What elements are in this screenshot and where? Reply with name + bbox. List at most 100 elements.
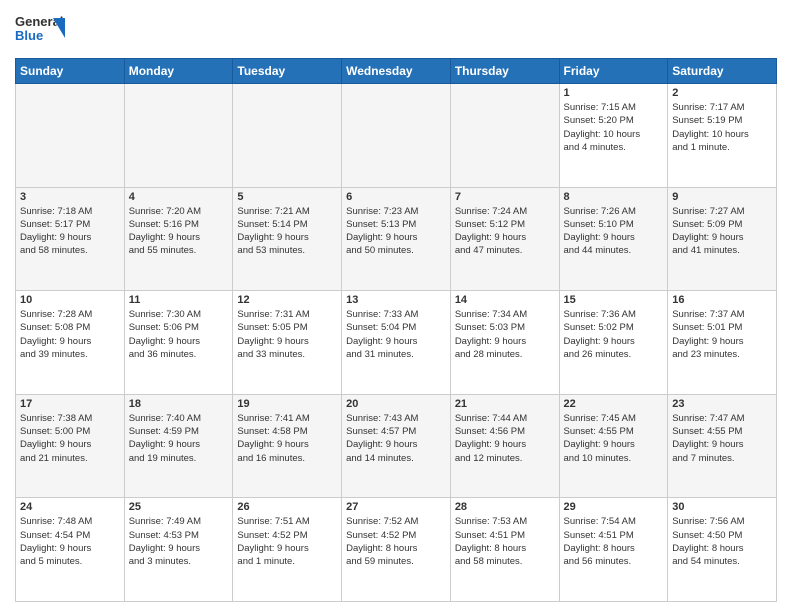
calendar-day-cell: 29Sunrise: 7:54 AMSunset: 4:51 PMDayligh… [559, 498, 668, 602]
calendar-day-cell: 27 Sunrise: 7:52 AMSunset: 4:52 PMDayligh… [342, 498, 451, 602]
day-number: 28 [455, 501, 555, 513]
calendar-day-cell: 7 Sunrise: 7:24 AMSunset: 5:12 PMDaylight… [450, 187, 559, 291]
calendar-day-cell: 2 Sunrise: 7:17 AMSunset: 5:19 PMDaylight… [668, 84, 777, 188]
calendar-week-row: 10 Sunrise: 7:28 AMSunset: 5:08 PMDayligh… [16, 291, 777, 395]
day-info: Sunrise: 7:43 AMSunset: 4:57 PMDaylight:… [346, 412, 446, 465]
day-number: 10 [20, 294, 120, 306]
day-number: 25 [129, 501, 229, 513]
calendar-day-cell [16, 84, 125, 188]
calendar-day-cell: 30Sunrise: 7:56 AMSunset: 4:50 PMDayligh… [668, 498, 777, 602]
day-number: 3 [20, 191, 120, 203]
day-number: 27 [346, 501, 446, 513]
day-number: 7 [455, 191, 555, 203]
day-info: Sunrise: 7:48 AMSunset: 4:54 PMDaylight:… [20, 515, 120, 568]
calendar-day-cell: 22 Sunrise: 7:45 AMSunset: 4:55 PMDayligh… [559, 394, 668, 498]
calendar-day-cell: 18 Sunrise: 7:40 AMSunset: 4:59 PMDayligh… [124, 394, 233, 498]
day-info: Sunrise: 7:18 AMSunset: 5:17 PMDaylight:… [20, 205, 120, 258]
day-info: Sunrise: 7:23 AMSunset: 5:13 PMDaylight:… [346, 205, 446, 258]
day-info: Sunrise: 7:41 AMSunset: 4:58 PMDaylight:… [237, 412, 337, 465]
calendar-day-header: Sunday [16, 59, 125, 84]
day-info: Sunrise: 7:20 AMSunset: 5:16 PMDaylight:… [129, 205, 229, 258]
calendar-day-cell: 11 Sunrise: 7:30 AMSunset: 5:06 PMDayligh… [124, 291, 233, 395]
calendar-week-row: 3 Sunrise: 7:18 AMSunset: 5:17 PMDaylight… [16, 187, 777, 291]
day-number: 18 [129, 398, 229, 410]
day-info: Sunrise: 7:49 AMSunset: 4:53 PMDaylight:… [129, 515, 229, 568]
day-info: Sunrise: 7:31 AMSunset: 5:05 PMDaylight:… [237, 308, 337, 361]
calendar-day-cell [124, 84, 233, 188]
calendar-day-header: Tuesday [233, 59, 342, 84]
calendar-day-cell: 24 Sunrise: 7:48 AMSunset: 4:54 PMDayligh… [16, 498, 125, 602]
day-number: 4 [129, 191, 229, 203]
day-info: Sunrise: 7:40 AMSunset: 4:59 PMDaylight:… [129, 412, 229, 465]
calendar-day-cell: 1 Sunrise: 7:15 AMSunset: 5:20 PMDaylight… [559, 84, 668, 188]
calendar-day-cell: 3 Sunrise: 7:18 AMSunset: 5:17 PMDaylight… [16, 187, 125, 291]
calendar-week-row: 17 Sunrise: 7:38 AMSunset: 5:00 PMDayligh… [16, 394, 777, 498]
day-number: 15 [564, 294, 664, 306]
day-number: 29 [564, 501, 664, 513]
day-number: 22 [564, 398, 664, 410]
calendar-week-row: 1 Sunrise: 7:15 AMSunset: 5:20 PMDaylight… [16, 84, 777, 188]
calendar-day-cell: 12 Sunrise: 7:31 AMSunset: 5:05 PMDayligh… [233, 291, 342, 395]
day-number: 2 [672, 87, 772, 99]
day-info: Sunrise: 7:15 AMSunset: 5:20 PMDaylight:… [564, 101, 664, 154]
day-number: 14 [455, 294, 555, 306]
calendar-day-cell: 9 Sunrise: 7:27 AMSunset: 5:09 PMDaylight… [668, 187, 777, 291]
calendar-header-row: SundayMondayTuesdayWednesdayThursdayFrid… [16, 59, 777, 84]
day-info: Sunrise: 7:38 AMSunset: 5:00 PMDaylight:… [20, 412, 120, 465]
calendar-day-cell: 13 Sunrise: 7:33 AMSunset: 5:04 PMDayligh… [342, 291, 451, 395]
day-number: 12 [237, 294, 337, 306]
calendar-day-header: Thursday [450, 59, 559, 84]
calendar-day-cell: 15 Sunrise: 7:36 AMSunset: 5:02 PMDayligh… [559, 291, 668, 395]
day-number: 23 [672, 398, 772, 410]
day-number: 19 [237, 398, 337, 410]
calendar-day-cell [450, 84, 559, 188]
day-info: Sunrise: 7:53 AMSunset: 4:51 PMDaylight:… [455, 515, 555, 568]
day-info: Sunrise: 7:28 AMSunset: 5:08 PMDaylight:… [20, 308, 120, 361]
day-number: 9 [672, 191, 772, 203]
logo: General Blue [15, 10, 65, 50]
day-info: Sunrise: 7:33 AMSunset: 5:04 PMDaylight:… [346, 308, 446, 361]
calendar-day-cell: 6 Sunrise: 7:23 AMSunset: 5:13 PMDaylight… [342, 187, 451, 291]
calendar-day-cell: 26Sunrise: 7:51 AMSunset: 4:52 PMDayligh… [233, 498, 342, 602]
day-number: 13 [346, 294, 446, 306]
svg-text:Blue: Blue [15, 28, 43, 43]
day-number: 21 [455, 398, 555, 410]
day-info: Sunrise: 7:52 AMSunset: 4:52 PMDaylight:… [346, 515, 446, 568]
day-number: 17 [20, 398, 120, 410]
day-info: Sunrise: 7:26 AMSunset: 5:10 PMDaylight:… [564, 205, 664, 258]
day-number: 20 [346, 398, 446, 410]
day-number: 24 [20, 501, 120, 513]
calendar-day-cell: 19 Sunrise: 7:41 AMSunset: 4:58 PMDayligh… [233, 394, 342, 498]
calendar-day-header: Friday [559, 59, 668, 84]
calendar-day-cell: 10 Sunrise: 7:28 AMSunset: 5:08 PMDayligh… [16, 291, 125, 395]
day-info: Sunrise: 7:36 AMSunset: 5:02 PMDaylight:… [564, 308, 664, 361]
calendar-table: SundayMondayTuesdayWednesdayThursdayFrid… [15, 58, 777, 602]
day-info: Sunrise: 7:45 AMSunset: 4:55 PMDaylight:… [564, 412, 664, 465]
calendar-day-header: Wednesday [342, 59, 451, 84]
day-number: 6 [346, 191, 446, 203]
day-number: 30 [672, 501, 772, 513]
day-info: Sunrise: 7:27 AMSunset: 5:09 PMDaylight:… [672, 205, 772, 258]
day-info: Sunrise: 7:44 AMSunset: 4:56 PMDaylight:… [455, 412, 555, 465]
day-number: 11 [129, 294, 229, 306]
calendar-day-cell [342, 84, 451, 188]
calendar-day-cell: 14 Sunrise: 7:34 AMSunset: 5:03 PMDayligh… [450, 291, 559, 395]
day-info: Sunrise: 7:51 AMSunset: 4:52 PMDaylight:… [237, 515, 337, 568]
calendar-day-cell: 20 Sunrise: 7:43 AMSunset: 4:57 PMDayligh… [342, 394, 451, 498]
calendar-day-cell: 28 Sunrise: 7:53 AMSunset: 4:51 PMDayligh… [450, 498, 559, 602]
calendar-day-cell: 17 Sunrise: 7:38 AMSunset: 5:00 PMDayligh… [16, 394, 125, 498]
day-info: Sunrise: 7:17 AMSunset: 5:19 PMDaylight:… [672, 101, 772, 154]
day-info: Sunrise: 7:24 AMSunset: 5:12 PMDaylight:… [455, 205, 555, 258]
calendar-day-cell: 16Sunrise: 7:37 AMSunset: 5:01 PMDayligh… [668, 291, 777, 395]
day-number: 5 [237, 191, 337, 203]
day-info: Sunrise: 7:34 AMSunset: 5:03 PMDaylight:… [455, 308, 555, 361]
calendar-day-cell: 8Sunrise: 7:26 AMSunset: 5:10 PMDaylight… [559, 187, 668, 291]
day-info: Sunrise: 7:21 AMSunset: 5:14 PMDaylight:… [237, 205, 337, 258]
day-info: Sunrise: 7:30 AMSunset: 5:06 PMDaylight:… [129, 308, 229, 361]
logo-icon: General Blue [15, 10, 65, 50]
page: General Blue SundayMondayTuesdayWednesda… [0, 0, 792, 612]
day-number: 1 [564, 87, 664, 99]
calendar-day-header: Saturday [668, 59, 777, 84]
calendar-week-row: 24 Sunrise: 7:48 AMSunset: 4:54 PMDayligh… [16, 498, 777, 602]
day-number: 16 [672, 294, 772, 306]
